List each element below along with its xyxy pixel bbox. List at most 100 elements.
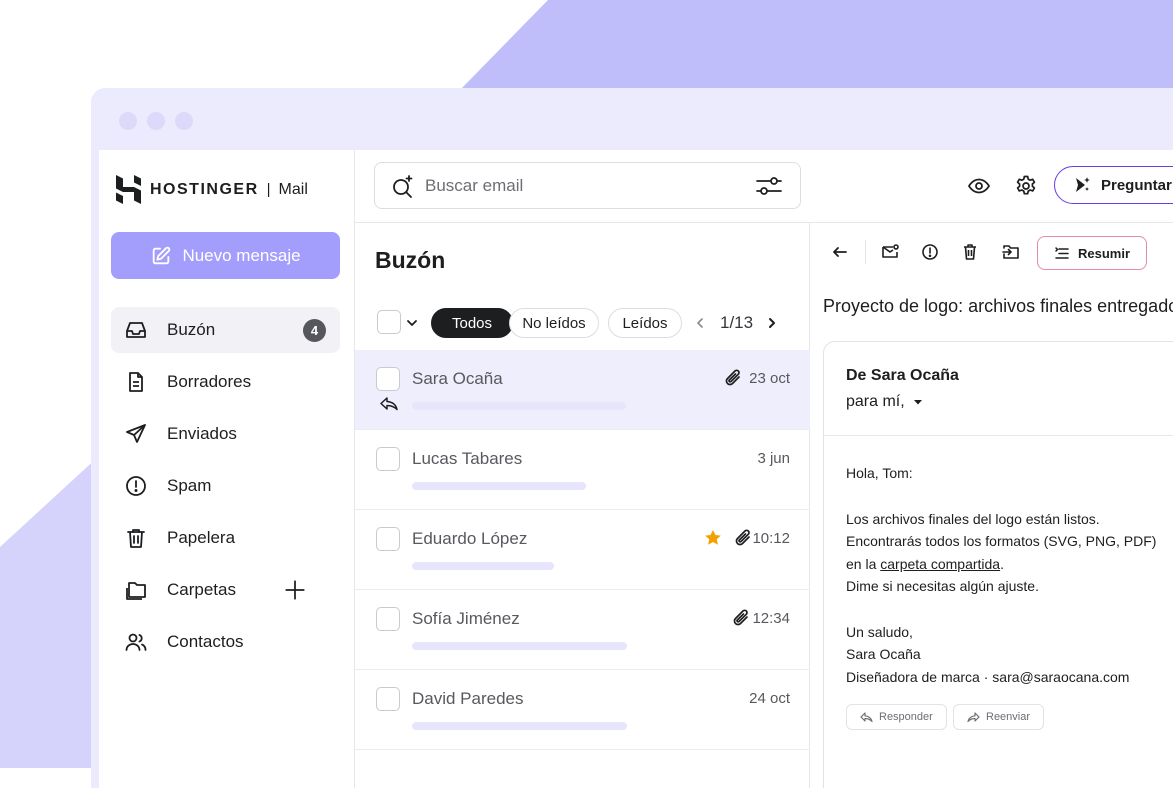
attachment-icon (733, 609, 748, 626)
search-box[interactable] (374, 162, 801, 209)
row-date: 23 oct (749, 370, 790, 387)
body-line: en la (846, 555, 881, 572)
email-recipients[interactable]: para mí, (846, 393, 923, 411)
trash-icon (127, 529, 145, 548)
compose-icon (153, 246, 171, 264)
mark-unread-icon[interactable] (881, 243, 899, 261)
window-maximize-dot[interactable] (175, 112, 193, 130)
row-sender: David Paredes (412, 689, 524, 708)
hostinger-logo-icon (116, 175, 141, 204)
forward-button[interactable]: Reenviar (953, 704, 1045, 730)
select-all-checkbox[interactable] (377, 310, 401, 334)
email-body: Hola, Tom: Los archivos finales del logo… (846, 462, 1156, 711)
reading-pane: Resumir Proyecto de logo: archivos final… (810, 223, 1173, 788)
sidebar: HOSTINGER | Mail Nuevo mensaje Buzón 4 B… (99, 150, 355, 788)
sidebar-item-label: Spam (167, 476, 212, 495)
toolbar-divider (865, 240, 866, 264)
row-checkbox[interactable] (376, 367, 400, 391)
message-rows: Sara Ocaña 23 oct Lucas Tabares 3 jun Ed… (355, 350, 810, 750)
reply-button[interactable]: Responder (846, 704, 947, 730)
caret-down-icon[interactable] (913, 399, 923, 405)
preview-placeholder (412, 562, 554, 570)
email-subject: Proyecto de logo: archivos finales entre… (823, 296, 1173, 316)
search-input[interactable] (425, 175, 725, 196)
reply-label: Responder (879, 711, 933, 723)
forward-icon (967, 711, 980, 722)
brand-product: Mail (278, 180, 308, 198)
chevron-left-icon[interactable] (693, 316, 707, 330)
sidebar-item-inbox[interactable]: Buzón 4 (111, 307, 340, 353)
folder-icon (126, 582, 146, 600)
row-checkbox[interactable] (376, 447, 400, 471)
gear-icon[interactable] (1014, 174, 1038, 198)
attachment-icon (725, 369, 740, 386)
summarize-label: Resumir (1077, 245, 1131, 261)
email-from: De Sara Ocaña (846, 367, 959, 384)
attachment-icon (735, 529, 750, 546)
signature-name: Sara Ocaña (846, 646, 921, 662)
mail-app: HOSTINGER | Mail Nuevo mensaje Buzón 4 B… (99, 150, 1173, 788)
table-row[interactable]: Lucas Tabares 3 jun (355, 430, 810, 510)
row-sender: Sara Ocaña (412, 369, 503, 388)
table-row[interactable]: Sara Ocaña 23 oct (355, 350, 810, 430)
chevron-down-icon[interactable] (405, 316, 419, 330)
sidebar-item-folders[interactable]: Carpetas (111, 567, 340, 613)
row-sender: Sofía Jiménez (412, 609, 520, 628)
body-line: Encontrarás todos los formatos (SVG, PNG… (846, 533, 1157, 549)
brand[interactable]: HOSTINGER | Mail (116, 175, 308, 204)
email-greeting: Hola, Tom: (846, 465, 913, 481)
inbox-icon (126, 322, 146, 338)
sidebar-item-label: Enviados (167, 424, 237, 443)
filter-chip-all[interactable]: Todos (431, 308, 513, 338)
sidebar-item-drafts[interactable]: Borradores (111, 359, 340, 405)
eye-icon[interactable] (967, 174, 991, 198)
window-close-dot[interactable] (119, 112, 137, 130)
browser-window: HOSTINGER | Mail Nuevo mensaje Buzón 4 B… (91, 88, 1173, 788)
table-row[interactable]: Sofía Jiménez 12:34 (355, 590, 810, 670)
filter-chip-read[interactable]: Leídos (608, 308, 682, 338)
list-toolbar: Todos No leídos Leídos 1/13 (375, 308, 805, 338)
table-row[interactable]: David Paredes 24 oct (355, 670, 810, 750)
summary-list-icon (1055, 246, 1069, 259)
body-line: Dime si necesitas algún ajuste. (846, 578, 1039, 594)
ask-ai-button[interactable]: Preguntar (1054, 166, 1173, 204)
sidebar-item-sent[interactable]: Enviados (111, 411, 340, 457)
window-minimize-dot[interactable] (147, 112, 165, 130)
ai-sparkle-icon (1076, 177, 1090, 192)
row-sender: Lucas Tabares (412, 449, 523, 468)
filter-chip-unread[interactable]: No leídos (509, 308, 599, 338)
forward-label: Reenviar (986, 711, 1031, 723)
pagination-indicator: 1/13 (720, 313, 754, 332)
window-controls (119, 112, 193, 130)
replied-icon (380, 397, 398, 411)
table-row[interactable]: Eduardo López 10:12 (355, 510, 810, 590)
shared-folder-link[interactable]: carpeta compartida (880, 556, 1000, 572)
report-spam-icon[interactable] (921, 243, 939, 261)
list-title: Buzón (375, 247, 446, 273)
background-shape-left (0, 455, 100, 768)
sidebar-item-trash[interactable]: Papelera (111, 515, 340, 561)
chevron-right-icon[interactable] (765, 316, 779, 330)
row-checkbox[interactable] (376, 527, 400, 551)
contacts-icon (125, 633, 147, 651)
sidebar-item-label: Buzón (167, 320, 216, 339)
row-date: 10:12 (752, 530, 790, 547)
star-icon[interactable] (704, 529, 722, 547)
sidebar-item-label: Contactos (167, 632, 244, 651)
sidebar-item-contacts[interactable]: Contactos (111, 619, 340, 665)
back-arrow-icon[interactable] (831, 243, 849, 261)
sidebar-item-spam[interactable]: Spam (111, 463, 340, 509)
filter-icon[interactable] (756, 176, 782, 196)
summarize-button[interactable]: Resumir (1037, 236, 1147, 270)
row-sender: Eduardo López (412, 529, 528, 548)
new-message-label: Nuevo mensaje (182, 245, 301, 265)
add-folder-icon[interactable] (283, 578, 307, 602)
signature-title: Diseñadora de marca · sara@saraocana.com (846, 668, 1130, 685)
unread-count-badge: 4 (303, 319, 326, 342)
move-to-folder-icon[interactable] (1002, 243, 1020, 261)
row-checkbox[interactable] (376, 687, 400, 711)
sidebar-nav: Buzón 4 Borradores Enviados Spam Papeler… (111, 307, 340, 671)
new-message-button[interactable]: Nuevo mensaje (111, 232, 340, 279)
row-checkbox[interactable] (376, 607, 400, 631)
delete-icon[interactable] (961, 243, 979, 261)
